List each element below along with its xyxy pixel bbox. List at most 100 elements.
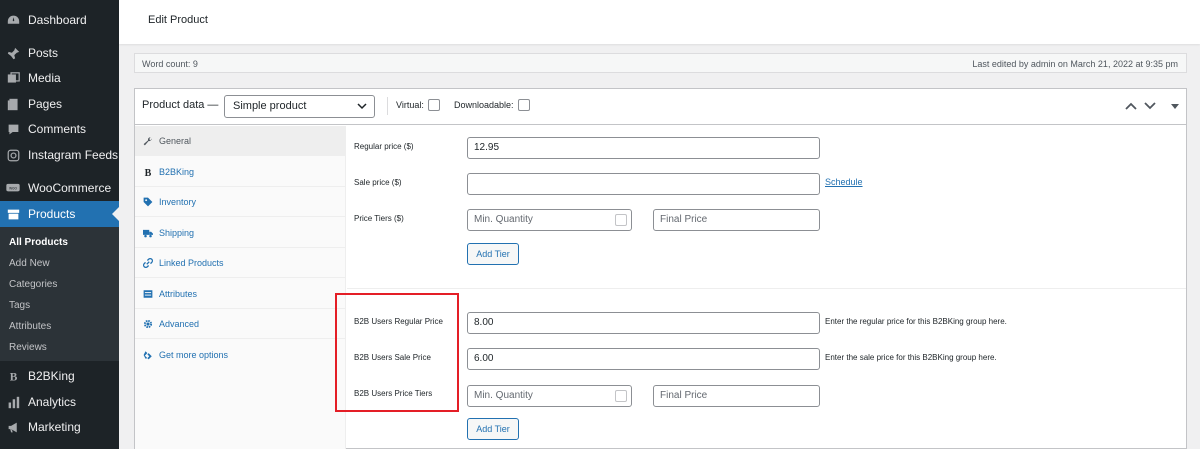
comment-icon: [6, 122, 20, 136]
submenu-tags[interactable]: Tags: [9, 300, 30, 311]
b2bking-tab-icon: B: [143, 167, 153, 176]
wrench-icon: [143, 136, 153, 146]
section-divider: [347, 288, 1186, 289]
product-data-label: Product data —: [142, 99, 219, 111]
b2b-sale-price-description: Enter the sale price for this B2BKing gr…: [825, 353, 997, 362]
products-submenu: All Products Add New Categories Tags Att…: [0, 227, 119, 361]
tab-inventory[interactable]: Inventory: [135, 187, 346, 217]
menu-label: Marketing: [28, 420, 81, 434]
tab-label: Inventory: [159, 196, 197, 207]
menu-comments[interactable]: Comments: [0, 117, 119, 141]
product-type-value: Simple product: [233, 100, 307, 112]
menu-dashboard[interactable]: Dashboard: [0, 8, 119, 32]
downloadable-checkbox[interactable]: [518, 99, 530, 111]
submenu-all-products[interactable]: All Products: [9, 237, 68, 248]
link-icon: [143, 257, 153, 268]
product-data-box: Product data — Simple product Virtual: D…: [134, 88, 1187, 449]
toggle-panel-icon[interactable]: [1168, 99, 1182, 113]
menu-instagram-feeds[interactable]: Instagram Feeds: [0, 143, 119, 167]
menu-label: B2BKing: [28, 369, 75, 383]
tab-label: B2BKing: [159, 166, 195, 177]
menu-label: Pages: [28, 97, 63, 111]
admin-sidebar: Dashboard Posts Media Pages Comments Ins…: [0, 0, 119, 449]
woocommerce-icon: woo: [6, 181, 20, 195]
b2b-final-price-input[interactable]: Final Price: [653, 385, 820, 407]
b2b-min-quantity-input[interactable]: Min. Quantity: [467, 385, 632, 407]
tag-icon: [143, 197, 153, 207]
svg-text:woo: woo: [9, 186, 17, 191]
regular-price-input[interactable]: 12.95: [467, 137, 820, 159]
submenu-reviews[interactable]: Reviews: [9, 342, 47, 353]
megaphone-icon: [6, 420, 20, 434]
menu-marketing[interactable]: Marketing: [0, 415, 119, 439]
tab-b2bking[interactable]: B B2BKing: [135, 157, 346, 187]
menu-woocommerce[interactable]: woo WooCommerce: [0, 176, 119, 200]
tab-general[interactable]: General: [135, 126, 346, 156]
stepper-icon[interactable]: [615, 390, 627, 402]
product-data-tabs: General B B2BKing Inventory Shipping Lin…: [135, 126, 346, 449]
tab-label: Get more options: [159, 350, 229, 360]
menu-label: Analytics: [28, 395, 77, 409]
svg-text:B: B: [9, 371, 17, 382]
tab-shipping[interactable]: Shipping: [135, 218, 346, 248]
regular-price-label: Regular price ($): [354, 142, 414, 151]
submenu-add-new[interactable]: Add New: [9, 258, 50, 269]
bar-chart-icon: [6, 395, 20, 409]
move-down-icon[interactable]: [1143, 99, 1157, 113]
tab-get-more-options[interactable]: Get more options: [135, 340, 346, 370]
add-tier-button[interactable]: Add Tier: [467, 243, 519, 265]
menu-b2bking[interactable]: B B2BKing: [0, 364, 119, 388]
tab-label: Shipping: [159, 227, 195, 238]
word-count: Word count: 9: [142, 59, 198, 69]
product-type-select[interactable]: Simple product: [224, 95, 375, 118]
tab-linked-products[interactable]: Linked Products: [135, 248, 346, 278]
menu-label: Comments: [28, 122, 87, 136]
menu-analytics[interactable]: Analytics: [0, 390, 119, 414]
move-up-icon[interactable]: [1124, 99, 1138, 113]
b2b-regular-price-input[interactable]: 8.00: [467, 312, 820, 334]
menu-label: Instagram Feeds: [28, 148, 119, 162]
page-title: Edit Product: [148, 14, 208, 26]
final-price-input[interactable]: Final Price: [653, 209, 820, 231]
menu-pages[interactable]: Pages: [0, 92, 119, 116]
truck-icon: [143, 228, 153, 238]
plugin-icon: [143, 350, 153, 360]
tab-label: Linked Products: [159, 257, 224, 268]
schedule-link[interactable]: Schedule: [825, 177, 863, 187]
min-quantity-input[interactable]: Min. Quantity: [467, 209, 632, 231]
submenu-categories[interactable]: Categories: [9, 279, 57, 290]
submenu-attributes[interactable]: Attributes: [9, 321, 51, 332]
b2b-sale-price-input[interactable]: 6.00: [467, 348, 820, 370]
highlight-box: [335, 293, 459, 412]
menu-label: Products: [28, 207, 76, 221]
menu-media[interactable]: Media: [0, 66, 119, 90]
b2b-add-tier-button[interactable]: Add Tier: [467, 418, 519, 440]
b2bking-icon: B: [6, 369, 20, 383]
general-panel: Regular price ($) 12.95 Sale price ($) S…: [347, 126, 1186, 449]
tab-attributes[interactable]: Attributes: [135, 279, 346, 309]
dashboard-icon: [6, 13, 20, 27]
menu-label: WooCommerce: [28, 181, 112, 195]
list-icon: [143, 289, 153, 299]
product-data-header: Product data — Simple product Virtual: D…: [135, 89, 1186, 125]
stepper-icon[interactable]: [615, 214, 627, 226]
sale-price-label: Sale price ($): [354, 178, 402, 187]
virtual-checkbox[interactable]: [428, 99, 440, 111]
gear-icon: [143, 319, 153, 329]
menu-label: Dashboard: [28, 13, 87, 27]
menu-label: Media: [28, 71, 61, 85]
menu-label: Posts: [28, 46, 59, 60]
chevron-down-icon: [357, 103, 367, 110]
menu-products[interactable]: Products: [0, 201, 119, 227]
tab-label: General: [159, 135, 192, 146]
downloadable-label: Downloadable:: [454, 100, 514, 110]
last-edited: Last edited by admin on March 21, 2022 a…: [972, 59, 1178, 69]
tab-advanced[interactable]: Advanced: [135, 309, 346, 339]
archive-icon: [6, 207, 20, 221]
menu-posts[interactable]: Posts: [0, 41, 119, 65]
page-header: Edit Product: [119, 0, 1200, 44]
b2b-min-quantity-placeholder: Min. Quantity: [474, 390, 533, 401]
tab-label: Attributes: [159, 288, 198, 299]
sale-price-input[interactable]: [467, 173, 820, 195]
virtual-label: Virtual:: [396, 100, 424, 110]
